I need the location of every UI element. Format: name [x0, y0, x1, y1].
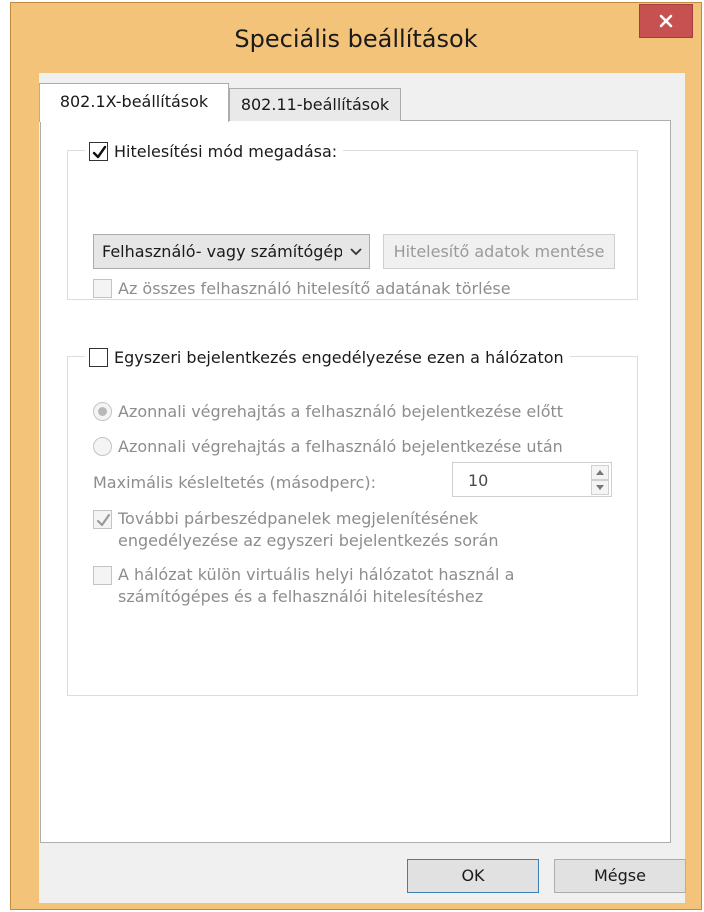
sso-checkbox[interactable]: [89, 347, 108, 367]
delete-all-credentials-label: Az összes felhasználó hitelesítő adatána…: [118, 279, 511, 298]
ok-button[interactable]: OK: [407, 859, 539, 893]
tab-panel: Hitelesítési mód megadása: Felhasználó- …: [40, 120, 671, 843]
cancel-button[interactable]: Mégse: [554, 859, 686, 893]
additional-dialogs-checkbox[interactable]: [93, 510, 112, 529]
auth-mode-select-value: Felhasználó- vagy számítógép: [102, 242, 342, 261]
delete-all-credentials-row: Az összes felhasználó hitelesítő adatána…: [93, 279, 511, 298]
dialog-client-area: 802.1X-beállítások 802.11-beállítások Hi…: [39, 73, 686, 903]
dialog-window: Speciális beállítások 802.1X-beállítások…: [10, 2, 702, 910]
close-button[interactable]: [639, 4, 693, 38]
vlan-checkbox[interactable]: [93, 566, 112, 585]
max-delay-label: Maximális késleltetés (másodperc):: [93, 473, 377, 492]
max-delay-spinner[interactable]: 10: [452, 462, 612, 497]
checkmark-icon: [96, 513, 111, 527]
window-title: Speciális beállítások: [234, 25, 478, 53]
spinner-down-button[interactable]: [591, 480, 609, 495]
radio-before-row: Azonnali végrehajtás a felhasználó bejel…: [93, 402, 563, 421]
auth-mode-checkbox[interactable]: [89, 141, 108, 161]
radio-after-label: Azonnali végrehajtás a felhasználó bejel…: [118, 437, 563, 456]
vlan-row: A hálózat külön virtuális helyi hálózato…: [93, 564, 514, 608]
radio-after-login[interactable]: [93, 437, 112, 456]
chevron-down-icon: [596, 485, 604, 490]
title-bar[interactable]: Speciális beállítások: [11, 3, 701, 75]
sso-legend: Egyszeri bejelentkezés engedélyezése eze…: [85, 345, 570, 369]
auth-mode-group: [67, 150, 638, 300]
sso-label: Egyszeri bejelentkezés engedélyezése eze…: [114, 347, 564, 367]
chevron-up-icon: [596, 470, 604, 475]
radio-after-row: Azonnali végrehajtás a felhasználó bejel…: [93, 437, 563, 456]
save-credentials-button[interactable]: Hitelesítő adatok mentése: [383, 234, 615, 269]
radio-before-label: Azonnali végrehajtás a felhasználó bejel…: [118, 402, 564, 421]
radio-before-login[interactable]: [93, 402, 112, 421]
auth-mode-legend: Hitelesítési mód megadása:: [85, 140, 344, 162]
tab-80211-settings[interactable]: 802.11-beállítások: [229, 88, 401, 121]
max-delay-value: 10: [468, 471, 489, 490]
tab-8021x-settings[interactable]: 802.1X-beállítások: [39, 83, 229, 122]
delete-all-credentials-checkbox[interactable]: [93, 279, 112, 298]
chevron-down-icon: [350, 248, 362, 256]
additional-dialogs-label: További párbeszédpanelek megjelenítéséne…: [118, 509, 499, 550]
vlan-label: A hálózat külön virtuális helyi hálózato…: [118, 565, 515, 606]
auth-mode-select[interactable]: Felhasználó- vagy számítógép: [93, 234, 370, 269]
additional-dialogs-row: További párbeszédpanelek megjelenítéséne…: [93, 508, 499, 552]
close-icon: [659, 14, 673, 28]
checkmark-icon: [92, 145, 107, 158]
auth-mode-label: Hitelesítési mód megadása:: [114, 141, 338, 161]
spinner-up-button[interactable]: [591, 465, 609, 480]
